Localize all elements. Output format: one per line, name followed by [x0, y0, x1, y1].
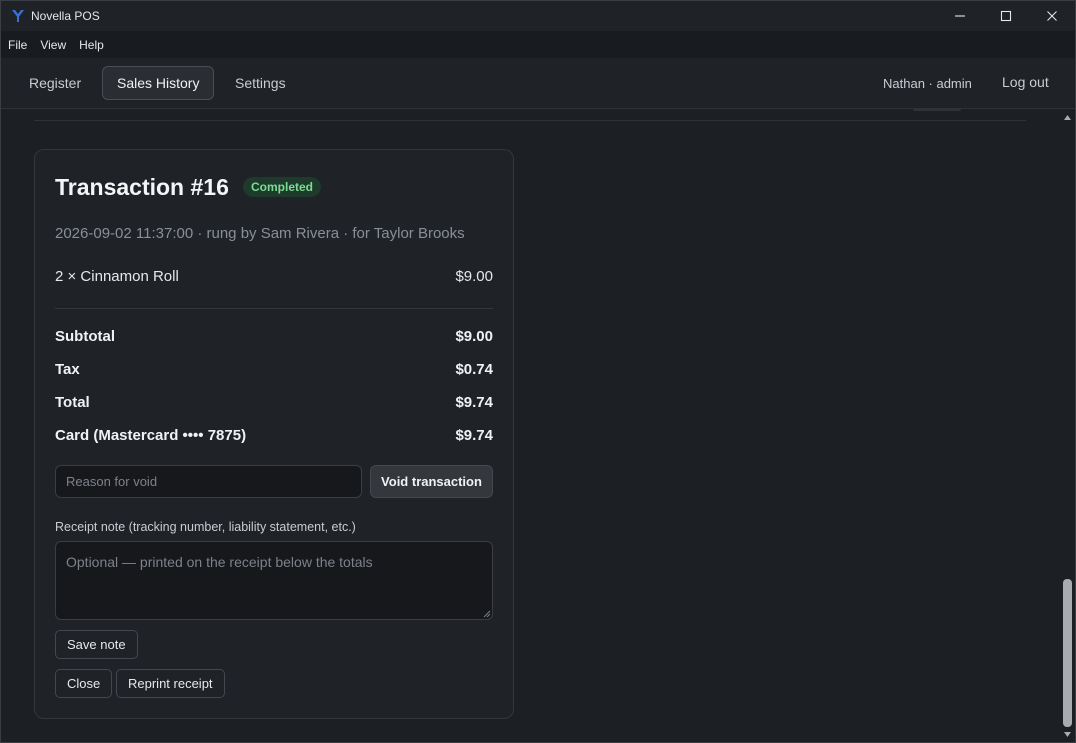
payment-row: Card (Mastercard •••• 7875) $9.74: [55, 427, 493, 444]
tab-register[interactable]: Register: [15, 66, 95, 100]
transaction-title: Transaction #16: [55, 174, 229, 200]
close-button[interactable]: Close: [55, 669, 113, 698]
items-divider: [55, 308, 493, 309]
payment-label: Card (Mastercard •••• 7875): [55, 427, 247, 444]
subtotal-amount: $9.00: [455, 328, 493, 345]
total-row: Total $9.74: [55, 394, 493, 411]
transaction-detail-card: Transaction #16 Completed 2026-09-02 11:…: [34, 149, 514, 719]
total-amount: $9.74: [455, 394, 493, 411]
maximize-icon: [1000, 10, 1012, 22]
nav-bar: Register Sales History Settings Nathan ·…: [1, 58, 1075, 109]
maximize-button[interactable]: [983, 1, 1029, 31]
receipt-note-textarea[interactable]: [55, 541, 493, 620]
payment-amount: $9.74: [455, 427, 493, 444]
menu-bar: File View Help: [1, 31, 1075, 58]
void-reason-input[interactable]: [55, 465, 362, 498]
total-label: Total: [55, 394, 90, 411]
main-content: Transaction #16 Completed 2026-09-02 11:…: [1, 109, 1059, 742]
menu-file[interactable]: File: [7, 34, 33, 56]
vertical-scrollbar[interactable]: [1059, 109, 1075, 742]
void-transaction-button[interactable]: Void transaction: [370, 465, 493, 498]
save-note-button[interactable]: Save note: [55, 630, 138, 659]
line-item-amount: $9.00: [455, 268, 493, 285]
scrolled-row-remnant: [913, 109, 961, 111]
current-user: Nathan · admin: [883, 76, 972, 91]
close-icon: [1047, 11, 1057, 21]
tab-sales-history[interactable]: Sales History: [102, 66, 215, 100]
resize-grip-icon[interactable]: [483, 610, 491, 618]
receipt-note-label: Receipt note (tracking number, liability…: [55, 520, 356, 534]
title-bar: Novella POS: [1, 1, 1075, 31]
reprint-receipt-button[interactable]: Reprint receipt: [116, 669, 225, 698]
line-item: 2 × Cinnamon Roll $9.00: [55, 268, 493, 285]
scroll-down-icon[interactable]: [1063, 730, 1072, 739]
logout-button[interactable]: Log out: [1002, 74, 1049, 90]
app-window: Novella POS File View Help Register Sale…: [0, 0, 1076, 743]
subtotal-row: Subtotal $9.00: [55, 328, 493, 345]
app-logo-icon: [12, 10, 24, 22]
menu-help[interactable]: Help: [78, 34, 110, 56]
scroll-up-icon[interactable]: [1063, 113, 1072, 122]
menu-view[interactable]: View: [39, 34, 72, 56]
window-title: Novella POS: [31, 9, 100, 23]
tax-label: Tax: [55, 361, 80, 378]
tax-row: Tax $0.74: [55, 361, 493, 378]
line-item-label: 2 × Cinnamon Roll: [55, 268, 179, 285]
status-badge: Completed: [243, 177, 322, 197]
close-window-button[interactable]: [1029, 1, 1075, 31]
scrollbar-thumb[interactable]: [1063, 579, 1072, 727]
subtotal-label: Subtotal: [55, 328, 115, 345]
window-controls: [937, 1, 1075, 31]
divider: [34, 120, 1026, 121]
transaction-meta: 2026-09-02 11:37:00 · rung by Sam Rivera…: [55, 225, 465, 242]
minimize-icon: [955, 15, 965, 17]
tax-amount: $0.74: [455, 361, 493, 378]
minimize-button[interactable]: [937, 1, 983, 31]
tab-settings[interactable]: Settings: [221, 66, 300, 100]
